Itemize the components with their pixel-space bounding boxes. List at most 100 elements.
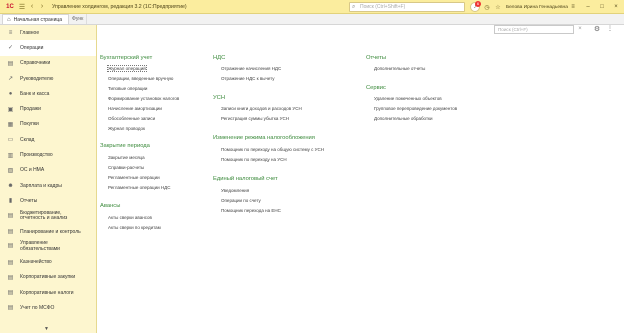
sidebar-item-label: Планирование и контроль: [20, 228, 81, 235]
notifications-button[interactable]: ♪ 6: [470, 1, 481, 12]
link-separate-records[interactable]: Обособленные записи: [108, 116, 155, 121]
section-title-usn: УСН: [213, 95, 226, 101]
treasury-icon: ▤: [7, 259, 14, 266]
back-icon[interactable]: ‹: [28, 3, 36, 11]
section-title-tax-regime: Изменение режима налогообложения: [213, 135, 315, 141]
link-usn-loss[interactable]: Регистрация суммы убытка УСН: [221, 116, 289, 121]
sidebar-item-main[interactable]: ≡ Главное: [0, 25, 96, 40]
section-title-accounting: Бухгалтерский учет: [100, 55, 153, 61]
minimize-icon[interactable]: –: [583, 0, 593, 14]
link-usn-book[interactable]: Записи книги доходов и расходов УСН: [221, 106, 302, 111]
link-notifications[interactable]: Уведомления: [221, 188, 249, 193]
warehouse-icon: ▭: [7, 137, 14, 144]
link-routine-operations[interactable]: Регламентные операции: [108, 175, 160, 180]
link-delete-marked[interactable]: Удаление помеченных объектов: [374, 96, 442, 101]
gear-icon[interactable]: ⚙: [593, 25, 601, 34]
link-calc-certificates[interactable]: Справки-расчеты: [108, 165, 144, 170]
link-depreciation[interactable]: Начисление амортизации: [108, 106, 162, 111]
sidebar-item-treasury[interactable]: ▤ Казначейство: [0, 254, 96, 269]
sidebar-item-purchases[interactable]: ▦ Покупки: [0, 117, 96, 132]
history-icon[interactable]: ◷: [483, 2, 491, 12]
section-title-service: Сервис: [366, 85, 386, 91]
clear-search-icon[interactable]: ×: [577, 25, 583, 34]
sidebar-item-reports[interactable]: ▮ Отчеты: [0, 193, 96, 208]
sidebar-item-production[interactable]: ▥ Производство: [0, 147, 96, 162]
link-vat-deduction[interactable]: Отражение НДС к вычету: [221, 76, 275, 81]
planning-icon: ▤: [7, 229, 14, 235]
sidebar-item-corp-purchases[interactable]: ▤ Корпоративные закупки: [0, 270, 96, 285]
link-regime-to-general[interactable]: Помощник по переходу на общую систему с …: [221, 147, 324, 152]
sidebar-item-label: Главное: [20, 29, 40, 36]
menu-icon: ≡: [8, 29, 13, 36]
link-operations-journal[interactable]: Журнал операций: [107, 65, 147, 72]
app-logo: 1С: [6, 3, 14, 10]
check-icon: ✓: [7, 45, 14, 52]
link-vat-accrual[interactable]: Отражение начисления НДС: [221, 66, 281, 71]
taxes-icon: ▤: [7, 290, 14, 297]
sidebar-item-sales[interactable]: ▣ Продажи: [0, 101, 96, 116]
sidebar-item-planning[interactable]: ▤ Планирование и контроль: [0, 224, 96, 239]
sidebar-item-label: Операции: [20, 44, 44, 51]
link-ens-assistant[interactable]: Помощник перехода на ЕНС: [221, 208, 281, 213]
tab-home-label: Начальная страница: [13, 16, 63, 23]
link-regime-to-usn[interactable]: Помощник по переходу на УСН: [221, 157, 287, 162]
link-additional-processing[interactable]: Дополнительные обработки: [374, 116, 432, 121]
tab-home[interactable]: ⌂ Начальная страница: [2, 14, 70, 24]
sidebar-item-payroll[interactable]: ☻ Зарплата и кадры: [0, 178, 96, 193]
link-month-close[interactable]: Закрытие месяца: [108, 155, 145, 160]
section-title-period-close: Закрытие периода: [100, 143, 150, 149]
user-name[interactable]: Белова Ирина Геннадьевна: [506, 5, 568, 10]
notifications-badge: 6: [475, 1, 481, 7]
sidebar-item-catalogs[interactable]: ▤ Справочники: [0, 56, 96, 71]
trend-icon: ↗: [7, 76, 14, 83]
sidebar-item-ifrs[interactable]: ▤ Учет по МСФО: [0, 300, 96, 315]
sidebar-item-label: Покупки: [20, 121, 39, 128]
scroll-down-icon[interactable]: ▼: [44, 326, 49, 332]
more-icon[interactable]: ⋮: [606, 25, 614, 34]
budget-icon: ▤: [7, 212, 14, 219]
link-tax-settings[interactable]: Формирование установок налогов: [108, 96, 179, 101]
production-icon: ▥: [7, 152, 14, 159]
link-additional-reports[interactable]: Дополнительные отчеты: [374, 66, 425, 71]
tab-functions-label: Функ: [72, 16, 84, 22]
link-account-operations[interactable]: Операции по счету: [221, 198, 261, 203]
sidebar-item-liabilities[interactable]: ▤ Управление обязательствами: [0, 239, 96, 254]
global-search-input[interactable]: ⌕ Поиск (Ctrl+Shift+F): [349, 2, 465, 12]
sidebar-item-label: Производство: [20, 152, 53, 159]
liabilities-icon: ▤: [7, 243, 14, 250]
link-manual-operations[interactable]: Операции, введенные вручную: [108, 76, 173, 81]
sidebar-item-corp-taxes[interactable]: ▤ Корпоративные налоги: [0, 285, 96, 300]
window-title: Управление холдингом, редакция 3.2 (1С:П…: [52, 3, 187, 10]
sidebar-item-label: Корпоративные налоги: [20, 289, 74, 296]
global-search-placeholder: Поиск (Ctrl+Shift+F): [360, 4, 406, 10]
sidebar-item-budgeting[interactable]: ▤ Бюджетирование, отчетность и анализ: [0, 209, 96, 224]
sidebar-item-label: Банк и касса: [20, 90, 50, 97]
link-credit-reconciliation[interactable]: Акты сверки по кредитам: [108, 225, 161, 230]
sidebar-item-fixed-assets[interactable]: ▧ ОС и НМА: [0, 163, 96, 178]
search-icon: ⌕: [352, 4, 356, 10]
menu-icon[interactable]: ☰: [18, 3, 26, 11]
maximize-icon[interactable]: □: [597, 0, 607, 14]
close-icon[interactable]: ×: [611, 0, 621, 14]
sidebar-item-label: Учет по МСФО: [20, 304, 55, 311]
sidebar-item-bank[interactable]: ● Банк и касса: [0, 86, 96, 101]
link-entries-journal[interactable]: Журнал проводок: [108, 126, 145, 131]
sidebar-item-management[interactable]: ↗ Руководителю: [0, 71, 96, 86]
settings-menu-icon[interactable]: ≡: [568, 0, 578, 14]
sidebar-item-label: ОС и НМА: [20, 167, 45, 174]
link-advance-reconciliation[interactable]: Акты сверки авансов: [108, 215, 152, 220]
sidebar-item-operations[interactable]: ✓ Операции: [0, 40, 96, 56]
link-group-reposting[interactable]: Групповое перепроведение документов: [374, 106, 457, 111]
sidebar-item-label: Отчеты: [20, 197, 38, 204]
forward-icon[interactable]: ›: [38, 3, 46, 11]
operations-panel: Поиск (Ctrl+F) × ⚙ ⋮ Бухгалтерский учет …: [97, 25, 624, 333]
tab-functions[interactable]: Функ: [69, 14, 88, 24]
link-routine-vat[interactable]: Регламентные операции НДС: [108, 185, 170, 190]
link-typical-operations[interactable]: Типовые операции: [108, 86, 147, 91]
bank-icon: ●: [8, 90, 13, 97]
section-title-advances: Авансы: [100, 203, 121, 209]
favorites-icon[interactable]: ☆: [494, 2, 502, 12]
section-search-input[interactable]: Поиск (Ctrl+F): [494, 25, 574, 34]
section-title-reports: Отчеты: [366, 55, 387, 61]
sidebar-item-warehouse[interactable]: ▭ Склад: [0, 132, 96, 147]
